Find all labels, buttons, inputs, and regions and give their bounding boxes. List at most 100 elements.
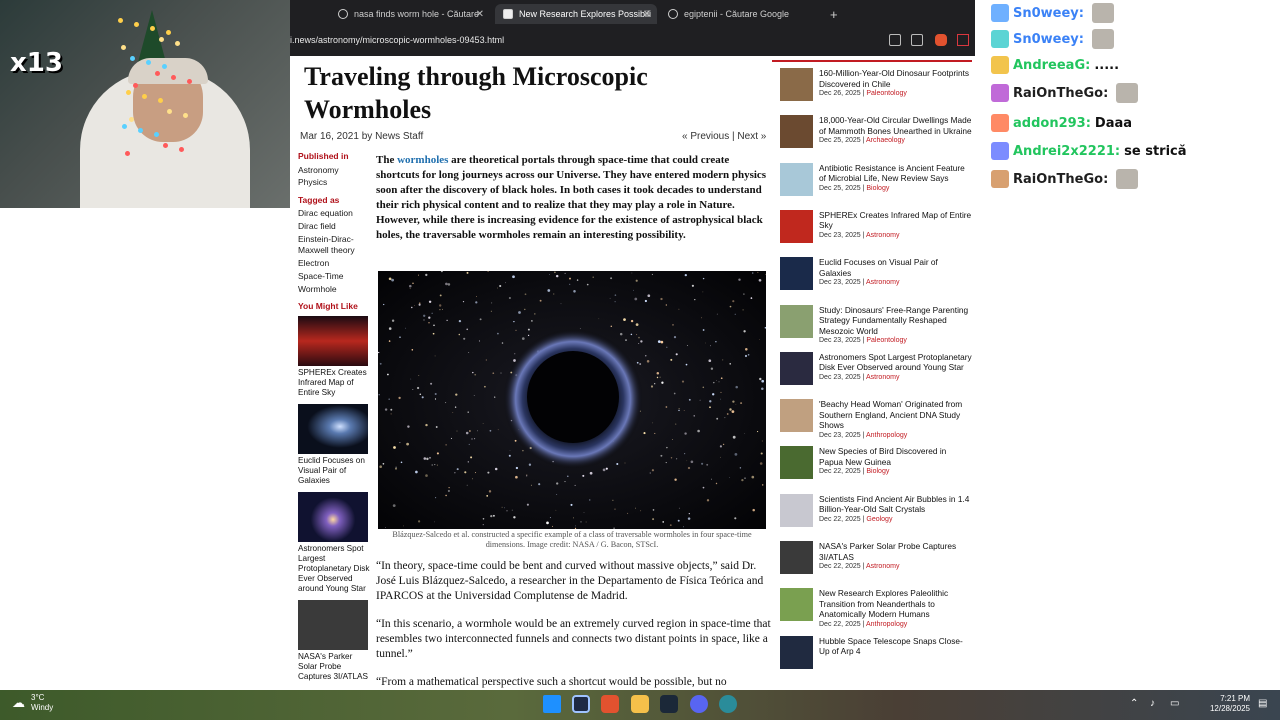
author-link[interactable]: News Staff	[375, 131, 423, 142]
news-title[interactable]: Euclid Focuses on Visual Pair of Galaxie…	[819, 257, 972, 278]
reader-icon[interactable]	[889, 34, 901, 46]
suggested-thumbnail[interactable]	[298, 600, 368, 650]
tag-link[interactable]: Dirac field	[298, 221, 373, 232]
news-thumbnail[interactable]	[780, 588, 813, 622]
star	[654, 432, 656, 434]
news-category[interactable]: Anthropology	[866, 621, 907, 628]
news-item[interactable]: SPHEREx Creates Infrared Map of Entire S…	[780, 209, 972, 254]
tag-link[interactable]: Wormhole	[298, 284, 373, 295]
news-category[interactable]: Anthropology	[866, 432, 907, 439]
suggested-article[interactable]: NASA's Parker Solar Probe Captures 3I/AT…	[298, 600, 373, 682]
app-icon[interactable]	[719, 695, 737, 713]
news-item[interactable]: Scientists Find Ancient Air Bubbles in 1…	[780, 493, 972, 538]
new-tab-button[interactable]: +	[822, 4, 846, 24]
task-view-icon[interactable]	[572, 695, 590, 713]
news-category[interactable]: Astronomy	[866, 563, 899, 570]
suggested-thumbnail[interactable]	[298, 492, 368, 542]
news-title[interactable]: Astronomers Spot Largest Protoplanetary …	[819, 352, 972, 373]
tag-link[interactable]: Einstein-Dirac-Maxwell theory	[298, 234, 373, 256]
tag-link[interactable]: Space-Time	[298, 271, 373, 282]
news-category[interactable]: Astronomy	[866, 232, 899, 239]
news-title[interactable]: Antibiotic Resistance is Ancient Feature…	[819, 163, 972, 184]
news-item[interactable]: 'Beachy Head Woman' Originated from Sout…	[780, 399, 972, 443]
news-thumbnail[interactable]	[780, 257, 813, 291]
suggested-caption[interactable]: NASA's Parker Solar Probe Captures 3I/AT…	[298, 652, 373, 682]
news-category[interactable]: Paleontology	[866, 90, 906, 97]
news-title[interactable]: Hubble Space Telescope Snaps Close-Up of…	[819, 636, 972, 657]
chevron-up-icon[interactable]: ⌃	[1130, 698, 1138, 709]
news-category[interactable]: Paleontology	[866, 337, 906, 344]
news-title[interactable]: Scientists Find Ancient Air Bubbles in 1…	[819, 494, 972, 515]
news-item[interactable]: Antibiotic Resistance is Ancient Feature…	[780, 162, 972, 207]
network-icon[interactable]: ▭	[1170, 698, 1179, 709]
news-item[interactable]: Study: Dinosaurs' Free-Range Parenting S…	[780, 304, 972, 349]
discord-icon[interactable]	[690, 695, 708, 713]
steam-icon[interactable]	[660, 695, 678, 713]
suggested-thumbnail[interactable]	[298, 316, 368, 366]
share-icon[interactable]	[911, 34, 923, 46]
news-title[interactable]: Study: Dinosaurs' Free-Range Parenting S…	[819, 305, 972, 337]
weather-widget[interactable]: ☁ 3°C Windy	[12, 693, 53, 713]
news-item[interactable]: New Species of Bird Discovered in Papua …	[780, 446, 972, 490]
wormholes-link[interactable]: wormholes	[397, 154, 448, 166]
close-icon[interactable]: ✕	[643, 9, 651, 20]
clock[interactable]: 7:21 PM 12/28/2025	[1210, 694, 1250, 714]
news-title[interactable]: SPHEREx Creates Infrared Map of Entire S…	[819, 210, 972, 231]
news-thumbnail[interactable]	[780, 351, 813, 385]
tab-search-wormhole[interactable]: nasa finds worm hole - Căutare ✕	[330, 4, 490, 24]
category-link[interactable]: Astronomy	[298, 165, 373, 176]
notification-icon[interactable]: ▤	[1258, 698, 1267, 709]
news-thumbnail[interactable]	[780, 635, 813, 669]
news-item[interactable]: Astronomers Spot Largest Protoplanetary …	[780, 351, 972, 396]
suggested-caption[interactable]: Astronomers Spot Largest Protoplanetary …	[298, 544, 373, 594]
previous-link[interactable]: « Previous	[682, 131, 729, 142]
rewards-icon[interactable]	[957, 34, 969, 46]
suggested-article[interactable]: Astronomers Spot Largest Protoplanetary …	[298, 492, 373, 594]
suggested-article[interactable]: SPHEREx Creates Infrared Map of Entire S…	[298, 316, 373, 398]
news-title[interactable]: 18,000-Year-Old Circular Dwellings Made …	[819, 115, 972, 136]
news-item[interactable]: 18,000-Year-Old Circular Dwellings Made …	[780, 115, 972, 159]
tab-article[interactable]: New Research Explores Possibili ✕	[495, 4, 657, 24]
news-title[interactable]: NASA's Parker Solar Probe Captures 3I/AT…	[819, 541, 972, 562]
news-thumbnail[interactable]	[780, 115, 813, 149]
news-item[interactable]: 160-Million-Year-Old Dinosaur Footprints…	[780, 68, 972, 112]
news-category[interactable]: Astronomy	[866, 279, 899, 286]
news-item[interactable]: Hubble Space Telescope Snaps Close-Up of…	[780, 635, 972, 680]
suggested-caption[interactable]: SPHEREx Creates Infrared Map of Entire S…	[298, 368, 373, 398]
news-category[interactable]: Biology	[866, 185, 889, 192]
news-thumbnail[interactable]	[780, 493, 813, 527]
news-thumbnail[interactable]	[780, 68, 813, 101]
news-title[interactable]: 160-Million-Year-Old Dinosaur Footprints…	[819, 68, 972, 89]
news-item[interactable]: New Research Explores Paleolithic Transi…	[780, 588, 972, 632]
news-thumbnail[interactable]	[780, 304, 813, 338]
brave-icon[interactable]	[601, 695, 619, 713]
next-link[interactable]: Next »	[737, 131, 766, 142]
suggested-caption[interactable]: Euclid Focuses on Visual Pair of Galaxie…	[298, 456, 373, 486]
tag-link[interactable]: Electron	[298, 258, 373, 269]
news-title[interactable]: 'Beachy Head Woman' Originated from Sout…	[819, 399, 972, 431]
news-title[interactable]: New Research Explores Paleolithic Transi…	[819, 588, 972, 620]
news-category[interactable]: Astronomy	[866, 374, 899, 381]
news-category[interactable]: Geology	[866, 516, 892, 523]
news-item[interactable]: NASA's Parker Solar Probe Captures 3I/AT…	[780, 541, 972, 585]
news-category[interactable]: Archaeology	[866, 137, 905, 144]
tab-search-egipteni[interactable]: egiptenii - Căutare Google	[660, 4, 820, 24]
news-thumbnail[interactable]	[780, 446, 813, 480]
news-category[interactable]: Biology	[866, 468, 889, 475]
news-thumbnail[interactable]	[780, 209, 813, 243]
suggested-thumbnail[interactable]	[298, 404, 368, 454]
news-title[interactable]: New Species of Bird Discovered in Papua …	[819, 446, 972, 467]
news-thumbnail[interactable]	[780, 541, 813, 574]
brave-shield-icon[interactable]	[935, 34, 947, 46]
volume-icon[interactable]: ♪	[1150, 698, 1155, 709]
news-thumbnail[interactable]	[780, 162, 813, 196]
tag-link[interactable]: Dirac equation	[298, 208, 373, 219]
close-icon[interactable]: ✕	[476, 9, 484, 20]
file-explorer-icon[interactable]	[631, 695, 649, 713]
category-link[interactable]: Physics	[298, 177, 373, 188]
windows-start-icon[interactable]	[543, 695, 561, 713]
suggested-article[interactable]: Euclid Focuses on Visual Pair of Galaxie…	[298, 404, 373, 486]
news-item[interactable]: Euclid Focuses on Visual Pair of Galaxie…	[780, 257, 972, 301]
news-thumbnail[interactable]	[780, 399, 813, 433]
address-bar[interactable]: i.news/astronomy/microscopic-wormholes-0…	[290, 32, 980, 48]
